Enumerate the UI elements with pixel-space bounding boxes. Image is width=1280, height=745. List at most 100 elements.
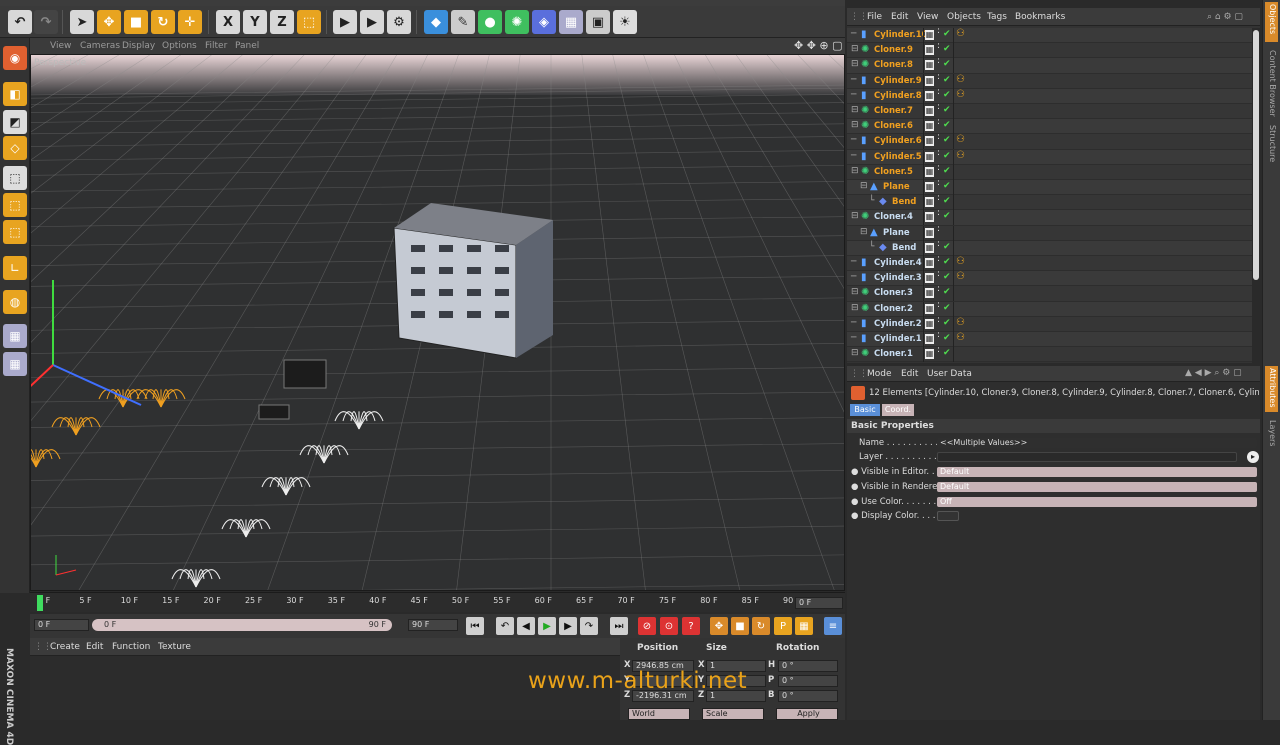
x-axis-lock-icon[interactable]: X: [216, 10, 240, 34]
tab-basic[interactable]: Basic: [850, 404, 880, 416]
object-name[interactable]: Cloner.6: [874, 121, 913, 131]
tweak-mode-icon[interactable]: ◍: [3, 290, 27, 314]
material-menu-create[interactable]: Create: [50, 642, 80, 652]
phong-tag-icon[interactable]: ⚇: [956, 332, 965, 343]
visibility-dots-icon[interactable]: :: [937, 163, 940, 172]
z-axis-lock-icon[interactable]: Z: [270, 10, 294, 34]
enabled-check-icon[interactable]: ✔: [943, 318, 951, 328]
object-name[interactable]: Cloner.2: [874, 304, 913, 314]
render-settings-icon[interactable]: ⚙: [387, 10, 411, 34]
render-view-icon[interactable]: ▶: [333, 10, 357, 34]
viewport-menu-cameras[interactable]: Cameras: [80, 41, 120, 51]
visibility-dots-icon[interactable]: :: [937, 285, 940, 294]
move-tool-icon[interactable]: ✥: [97, 10, 121, 34]
layer-picker-icon[interactable]: ▸: [1247, 451, 1259, 463]
om-menu-view[interactable]: View: [917, 12, 938, 22]
object-name[interactable]: Cylinder.4: [874, 258, 922, 268]
expand-toggle-icon[interactable]: ⊟: [851, 211, 859, 221]
attr-menu-edit[interactable]: Edit: [901, 369, 918, 379]
visibility-dots-icon[interactable]: :: [937, 27, 940, 36]
attr-nav-icons[interactable]: ▲ ◀ ▶ ⌕ ⚙ ▢: [1185, 368, 1242, 378]
visibility-dots-icon[interactable]: :: [937, 118, 940, 127]
visibility-dots-icon[interactable]: :: [937, 239, 940, 248]
expand-toggle-icon[interactable]: ⊟: [851, 120, 859, 130]
om-search-icon[interactable]: ⌕ ⌂ ⚙ ▢: [1207, 12, 1243, 22]
timeline-menu-icon[interactable]: ≡: [824, 617, 842, 635]
visibility-dots-icon[interactable]: :: [937, 179, 940, 188]
object-row[interactable]: ─ ▮ Cylinder.9 ▦: ✔ ⚇: [847, 72, 1252, 89]
coordinate-system-icon[interactable]: ⬚: [297, 10, 321, 34]
sidebar-tab-content-browser[interactable]: Content Browser: [1268, 50, 1277, 117]
phong-tag-icon[interactable]: ⚇: [956, 134, 965, 145]
object-row[interactable]: ⊟ ✺ Cloner.5 ▦: ✔: [847, 163, 1252, 180]
om-menu-file[interactable]: File: [867, 12, 882, 22]
layer-icon[interactable]: ▦: [925, 136, 934, 147]
rotation-field[interactable]: 0 °: [778, 675, 838, 687]
phong-tag-icon[interactable]: ⚇: [956, 256, 965, 267]
visibility-dots-icon[interactable]: :: [937, 194, 940, 203]
enabled-check-icon[interactable]: ✔: [943, 348, 951, 358]
record-active-icon[interactable]: ⊘: [638, 617, 656, 635]
layer-icon[interactable]: ▦: [925, 151, 934, 162]
rotation-field[interactable]: 0 °: [778, 660, 838, 672]
sidebar-tab-objects[interactable]: Objects: [1268, 4, 1277, 34]
select-cursor-icon[interactable]: ➤: [70, 10, 94, 34]
redo-icon[interactable]: ↷: [34, 10, 58, 34]
object-row[interactable]: ─ ▮ Cylinder.6 ▦: ✔ ⚇: [847, 133, 1252, 150]
go-to-start-icon[interactable]: ⏮: [466, 617, 484, 635]
object-row[interactable]: ─ ▮ Cylinder.2 ▦: ✔ ⚇: [847, 315, 1252, 332]
material-menu-function[interactable]: Function: [112, 642, 150, 652]
object-row[interactable]: ⊟ ▲ Plane ▦: ✔: [847, 179, 1252, 196]
sidebar-tab-attributes[interactable]: Attributes: [1268, 368, 1277, 408]
attr-value-field[interactable]: <<Multiple Values>>: [937, 438, 1257, 448]
enabled-check-icon[interactable]: ✔: [943, 29, 951, 39]
phong-tag-icon[interactable]: ⚇: [956, 74, 965, 85]
enabled-check-icon[interactable]: ✔: [943, 105, 951, 115]
om-menu-edit[interactable]: Edit: [891, 12, 908, 22]
object-row[interactable]: ⊟ ✺ Cloner.1 ▦: ✔: [847, 346, 1252, 363]
subdivision-surface-icon[interactable]: ●: [478, 10, 502, 34]
object-name[interactable]: Cloner.4: [874, 212, 913, 222]
previous-frame-icon[interactable]: ◀: [517, 617, 535, 635]
visibility-dots-icon[interactable]: :: [937, 87, 940, 96]
expand-toggle-icon[interactable]: ⊟: [851, 303, 859, 313]
object-row[interactable]: ⊟ ✺ Cloner.9 ▦: ✔: [847, 42, 1252, 59]
enabled-check-icon[interactable]: ✔: [943, 196, 951, 206]
layer-icon[interactable]: ▦: [925, 30, 934, 40]
object-name[interactable]: Plane: [883, 228, 910, 238]
object-row[interactable]: ─ ▮ Cylinder.8 ▦: ✔ ⚇: [847, 87, 1252, 104]
layer-icon[interactable]: ▦: [925, 197, 934, 208]
apply-button[interactable]: Apply: [776, 708, 838, 720]
object-name[interactable]: Cylinder.5: [874, 152, 922, 162]
scale-key-icon[interactable]: ■: [731, 617, 749, 635]
expand-toggle-icon[interactable]: ⊟: [851, 287, 859, 297]
phong-tag-icon[interactable]: ⚇: [956, 271, 965, 282]
viewport-menu-view[interactable]: View: [50, 41, 71, 51]
max-time-field[interactable]: 90 F: [408, 619, 458, 631]
phong-tag-icon[interactable]: ⚇: [956, 89, 965, 100]
object-name[interactable]: Cylinder.8: [874, 91, 922, 101]
object-name[interactable]: Cloner.7: [874, 106, 913, 116]
workplane-icon[interactable]: ◇: [3, 136, 27, 160]
expand-toggle-icon[interactable]: ⊟: [851, 348, 859, 358]
expand-toggle-icon[interactable]: ⊟: [851, 166, 859, 176]
layer-icon[interactable]: ▦: [925, 212, 934, 223]
material-menu-edit[interactable]: Edit: [86, 642, 103, 652]
3d-viewport[interactable]: Perspective: [30, 54, 845, 591]
keyframe-selection-icon[interactable]: ?: [682, 617, 700, 635]
visibility-dots-icon[interactable]: :: [937, 209, 940, 218]
enabled-check-icon[interactable]: ✔: [943, 75, 951, 85]
next-frame-icon[interactable]: ▶: [559, 617, 577, 635]
enabled-check-icon[interactable]: ✔: [943, 120, 951, 130]
visibility-dots-icon[interactable]: :: [937, 331, 940, 340]
layer-icon[interactable]: ▦: [925, 288, 934, 299]
layer-icon[interactable]: ▦: [925, 258, 934, 268]
expand-toggle-icon[interactable]: ⊟: [860, 181, 868, 191]
live-selection-icon[interactable]: ✛: [178, 10, 202, 34]
timeline-ruler[interactable]: 0 F 5 F 10 F 15 F 20 F 25 F 30 F 35 F 40 F 45 F 50…: [30, 592, 845, 612]
go-to-end-icon[interactable]: ⏭: [610, 617, 628, 635]
enabled-check-icon[interactable]: ✔: [943, 303, 951, 313]
object-row[interactable]: ⊟ ▲ Plane ▦:: [847, 224, 1252, 241]
layer-icon[interactable]: ▦: [925, 75, 934, 86]
object-name[interactable]: Cylinder.9: [874, 76, 922, 86]
